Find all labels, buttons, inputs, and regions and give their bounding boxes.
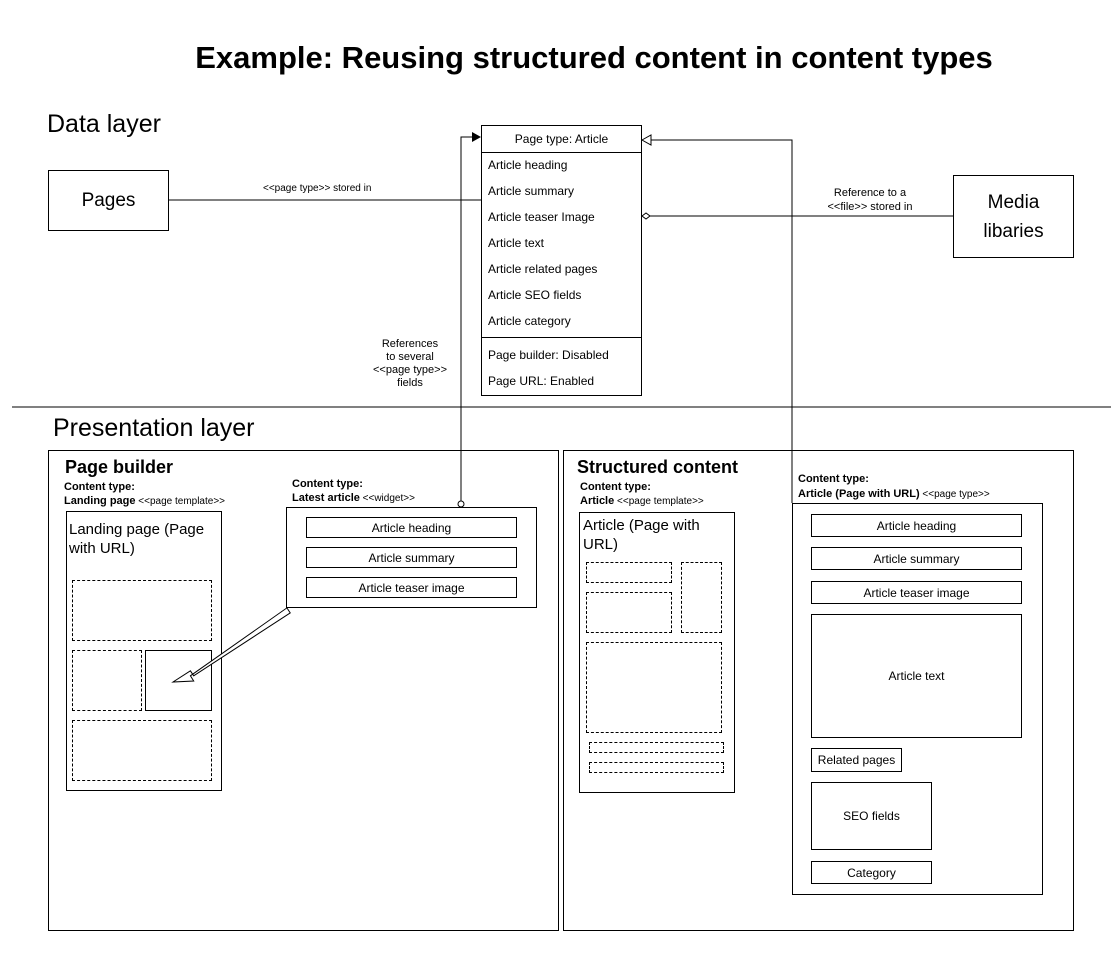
- article-zone: [586, 562, 672, 583]
- pagetype-ct-stereotype: <<page type>>: [919, 489, 990, 500]
- pagetype-field-seo: SEO fields: [811, 782, 932, 850]
- pagetype-field-teaser: Article teaser image: [811, 581, 1022, 604]
- structured-ct-name: Article: [580, 495, 615, 507]
- pagetype-ct-label: Content type:: [798, 473, 869, 485]
- pagetype-field-summary: Article summary: [811, 547, 1022, 570]
- article-zone: [586, 592, 672, 633]
- structured-ct-stereotype: <<page template>>: [614, 496, 704, 507]
- structured-content-title: Structured content: [577, 457, 739, 477]
- pagetype-field-related: Related pages: [811, 748, 902, 772]
- widget-placement-arrow: [171, 607, 291, 683]
- pagetype-field-text: Article text: [811, 614, 1022, 738]
- pagetype-ct: Article (Page with URL) <<page type>>: [798, 488, 990, 500]
- pagetype-field-heading: Article heading: [811, 514, 1022, 537]
- article-zone: [586, 642, 722, 733]
- article-zone: [681, 562, 722, 633]
- article-zone: [589, 742, 724, 753]
- pagetype-field-category: Category: [811, 861, 932, 884]
- article-zone: [589, 762, 724, 773]
- structured-ct-label: Content type:: [580, 481, 651, 493]
- structured-ct: Article <<page template>>: [580, 495, 704, 507]
- article-page-title: Article (Page with URL): [583, 517, 700, 553]
- pagetype-ct-name: Article (Page with URL): [798, 488, 920, 500]
